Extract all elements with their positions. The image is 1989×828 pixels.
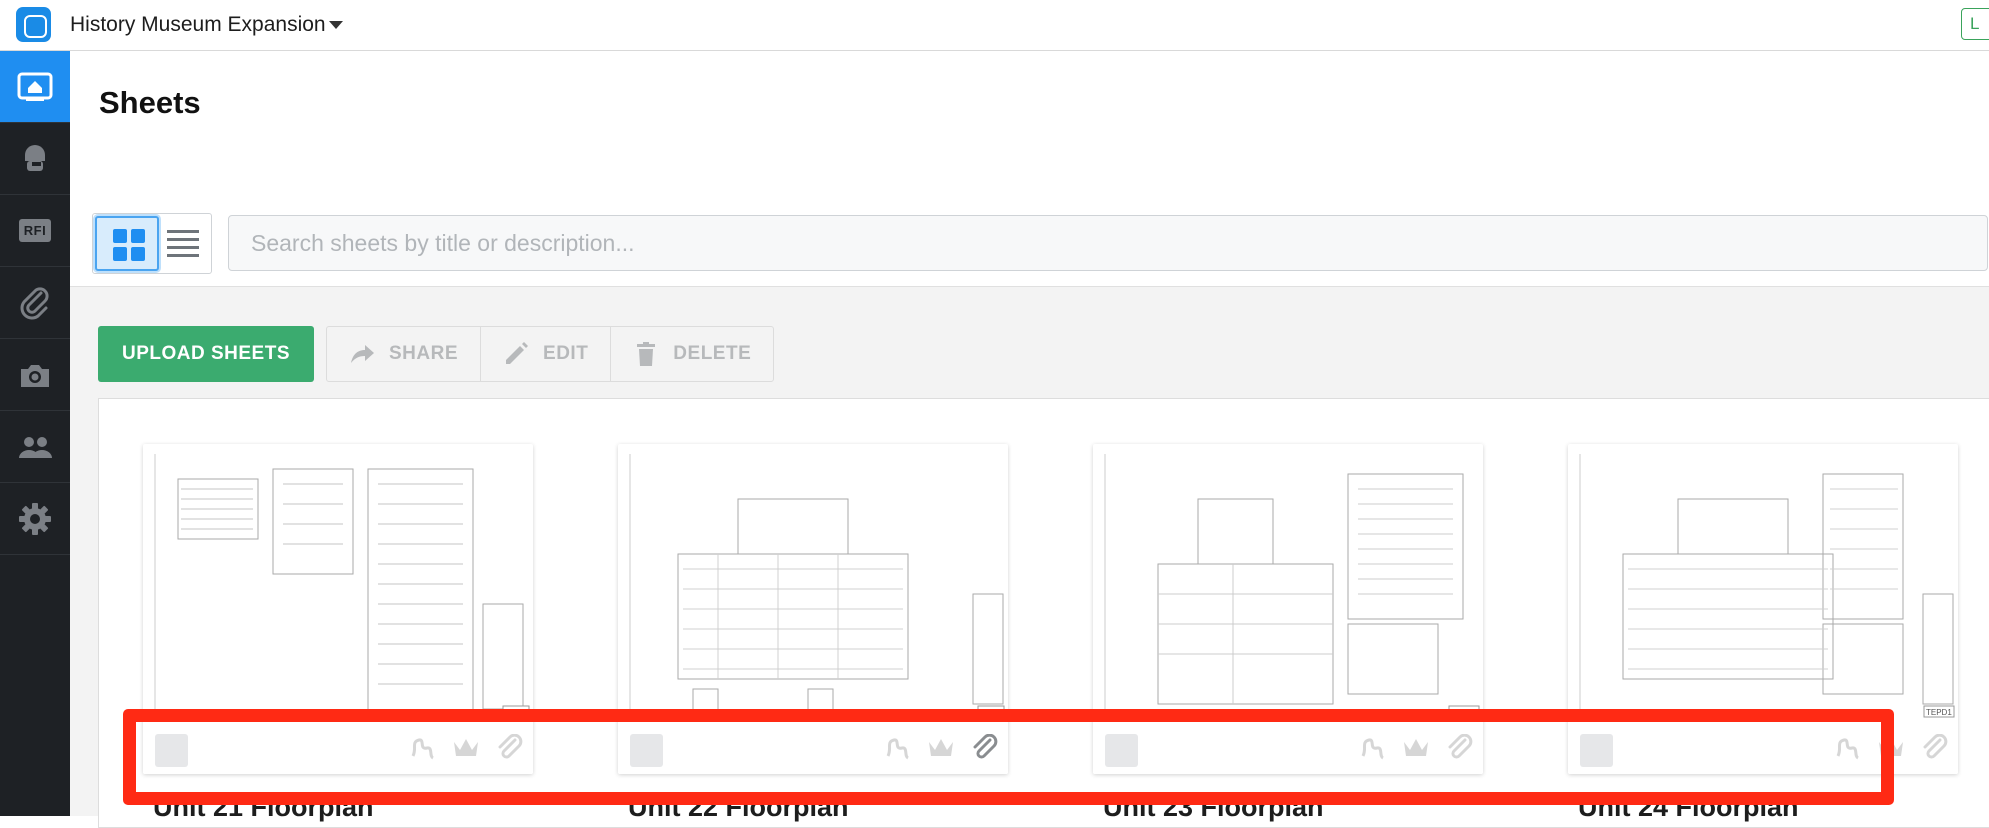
- search-field[interactable]: [228, 215, 1988, 271]
- markup-icon[interactable]: [882, 734, 912, 762]
- project-title[interactable]: History Museum Expansion: [70, 13, 326, 37]
- share-button[interactable]: SHARE: [327, 327, 482, 381]
- sheet-title[interactable]: Unit 22 Floorplan: [628, 792, 849, 823]
- top-right-button[interactable]: L: [1961, 8, 1989, 40]
- top-bar: History Museum Expansion L: [0, 0, 1989, 51]
- search-input[interactable]: [229, 216, 1987, 270]
- grid-view-icon-part: [131, 229, 145, 243]
- crown-icon[interactable]: [451, 734, 481, 762]
- thumbnail-footer: [1568, 720, 1958, 774]
- list-view-icon: [167, 230, 199, 233]
- sheet-title[interactable]: Unit 24 Floorplan: [1578, 792, 1799, 823]
- sheet-code: AV101: [980, 708, 1004, 717]
- sidebar: RFI: [0, 51, 70, 816]
- trash-icon: [637, 342, 656, 366]
- action-bar: UPLOAD SHEETS SHARE EDIT DELETE: [98, 326, 775, 382]
- sheet-thumbnail[interactable]: TEPD3: [1093, 444, 1483, 774]
- sheet-title[interactable]: Unit 23 Floorplan: [1103, 792, 1324, 823]
- paperclip-icon[interactable]: [970, 734, 1000, 762]
- paperclip-icon: [20, 286, 49, 319]
- delete-label: DELETE: [673, 343, 752, 364]
- thumbnail-footer: [1093, 720, 1483, 774]
- sheet-card[interactable]: TEPD3 Unit 23 Floorplan: [1093, 444, 1483, 822]
- share-label: SHARE: [389, 343, 459, 364]
- thumbnail-icons: [1832, 734, 1950, 762]
- pencil-icon: [506, 342, 529, 364]
- list-view-icon-part: [167, 238, 199, 241]
- sheet-thumbnail[interactable]: AV101: [618, 444, 1008, 774]
- crown-icon[interactable]: [926, 734, 956, 762]
- markup-icon[interactable]: [1832, 734, 1862, 762]
- grid-view-icon-part: [113, 247, 127, 261]
- thumbnail-footer: [143, 720, 533, 774]
- grid-view-icon-part: [131, 247, 145, 261]
- sheets-content: UPLOAD SHEETS SHARE EDIT DELETE AV000 Un…: [70, 287, 1989, 828]
- main-content: Sheets UPLOAD SHEETS: [70, 51, 1989, 828]
- edit-label: EDIT: [543, 343, 589, 364]
- sheet-code: TEPD3: [1451, 708, 1477, 717]
- sidebar-item-workers[interactable]: [0, 123, 70, 195]
- select-checkbox[interactable]: [630, 734, 663, 767]
- thumbnail-icons: [1357, 734, 1475, 762]
- chevron-down-icon[interactable]: [329, 21, 343, 29]
- sheet-title[interactable]: Unit 21 Floorplan: [153, 792, 374, 823]
- select-checkbox[interactable]: [155, 734, 188, 767]
- share-icon: [351, 345, 374, 363]
- delete-button[interactable]: DELETE: [611, 327, 773, 381]
- list-view-icon-part: [167, 246, 199, 249]
- markup-icon[interactable]: [407, 734, 437, 762]
- app-logo-icon[interactable]: [16, 7, 51, 42]
- paperclip-icon[interactable]: [1445, 734, 1475, 762]
- hard-hat-icon: [25, 144, 45, 171]
- sheet-actions-group: SHARE EDIT DELETE: [326, 326, 775, 382]
- thumbnail-icons: [407, 734, 525, 762]
- thumbnail-icons: [882, 734, 1000, 762]
- markup-icon[interactable]: [1357, 734, 1387, 762]
- list-view-icon-part: [167, 254, 199, 257]
- sheet-code: AV000: [505, 708, 529, 717]
- sheet-thumbnail[interactable]: TEPD1: [1568, 444, 1958, 774]
- sidebar-item-settings[interactable]: [0, 483, 70, 555]
- list-view-button[interactable]: [167, 228, 199, 258]
- sheet-card[interactable]: TEPD1 Unit 24 Floorplan: [1568, 444, 1958, 822]
- gear-icon: [19, 502, 51, 535]
- edit-button[interactable]: EDIT: [481, 327, 612, 381]
- people-icon: [19, 436, 52, 458]
- crown-icon[interactable]: [1401, 734, 1431, 762]
- sheet-code: TEPD1: [1926, 708, 1952, 717]
- sheet-card[interactable]: AV101 Unit 22 Floorplan: [618, 444, 1008, 822]
- sidebar-item-home[interactable]: [0, 51, 70, 123]
- crown-icon[interactable]: [1876, 734, 1906, 762]
- upload-sheets-button[interactable]: UPLOAD SHEETS: [98, 326, 314, 382]
- sidebar-item-rfi[interactable]: RFI: [0, 195, 70, 267]
- home-icon: [17, 72, 53, 101]
- sheet-card[interactable]: AV000 Unit 21 Floorplan: [143, 444, 533, 822]
- sheet-thumbnail[interactable]: AV000: [143, 444, 533, 774]
- sidebar-item-people[interactable]: [0, 411, 70, 483]
- camera-icon: [21, 364, 49, 387]
- sidebar-item-attachments[interactable]: [0, 267, 70, 339]
- select-checkbox[interactable]: [1580, 734, 1613, 767]
- sidebar-item-photos[interactable]: [0, 339, 70, 411]
- paperclip-icon[interactable]: [1920, 734, 1950, 762]
- rfi-icon: RFI: [18, 219, 52, 242]
- grid-view-icon: [113, 229, 127, 243]
- sheets-grid: AV000 Unit 21 Floorplan AV101 Unit 22 Fl…: [98, 398, 1989, 828]
- select-checkbox[interactable]: [1105, 734, 1138, 767]
- sheets-toolbar: [70, 51, 1989, 287]
- thumbnail-footer: [618, 720, 1008, 774]
- grid-view-button[interactable]: [95, 216, 159, 271]
- paperclip-icon[interactable]: [495, 734, 525, 762]
- view-toggle: [92, 213, 212, 274]
